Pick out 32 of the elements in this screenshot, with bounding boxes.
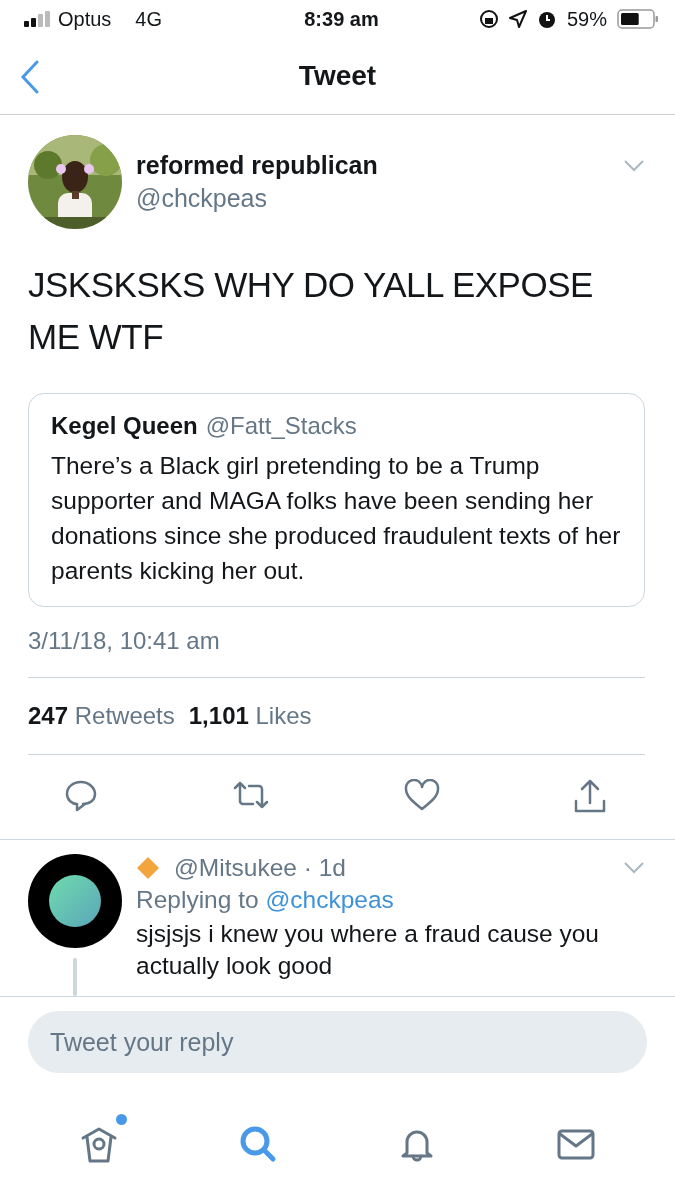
retweet-icon[interactable] — [231, 779, 271, 811]
reply-input-field[interactable]: Tweet your reply — [28, 1011, 647, 1073]
rotation-lock-icon — [478, 9, 499, 29]
quoted-tweet-card[interactable]: Kegel Queen @Fatt_Stacks There’s a Black girl pretending to be a Trump supporter and MAGA folks have been sending her donations since she produced fraudulent texts of her parents kicking her out. — [28, 393, 645, 607]
display-name: reformed republican — [136, 151, 379, 180]
stat-count[interactable]: 1,101 Likes — [188, 702, 312, 730]
carrier-name: Optus — [58, 7, 112, 31]
heart-icon[interactable] — [404, 779, 440, 811]
signal-icon — [24, 11, 52, 27]
avatar-icon[interactable] — [28, 854, 122, 948]
replying-to-text: Replying to @chckpeas — [136, 886, 395, 914]
network-type: 4G — [135, 7, 163, 31]
diamond-icon — [136, 856, 160, 880]
battery-icon — [617, 9, 659, 29]
tweet-text: JSKSKSKS WHY DO YALL EXPOSE ME WTF — [28, 264, 594, 358]
user-handle: @chckpeas — [136, 184, 268, 213]
back-button[interactable] — [20, 60, 40, 94]
tweet-timestamp: 3/11/18, 10:41 am — [28, 627, 220, 654]
battery-percent: 59% — [566, 7, 607, 31]
quoted-user-handle: @Fatt_Stacks — [205, 412, 357, 440]
notification-dot — [116, 1113, 128, 1125]
nav-title: Tweet — [298, 60, 377, 92]
reply-handle: @Mitsukee · 1d — [174, 854, 346, 882]
location-arrow-icon — [508, 10, 527, 28]
stat-count[interactable]: 247 Retweets — [28, 702, 175, 730]
reply-text: sjsjsjs i knew you where a fraud cause you actually look good — [136, 919, 600, 981]
share-icon[interactable] — [573, 779, 607, 815]
reply-icon[interactable] — [64, 779, 98, 813]
status-time: 8:39 am — [304, 7, 379, 31]
quoted-display-name: Kegel Queen — [51, 412, 198, 440]
alarm-clock-icon — [536, 9, 557, 29]
quoted-tweet-text: There’s a Black girl pretending to be a Trump supporter and MAGA folks have been sending her donations since she produced fraudulent texts of her parents kicking her out. — [51, 451, 622, 586]
